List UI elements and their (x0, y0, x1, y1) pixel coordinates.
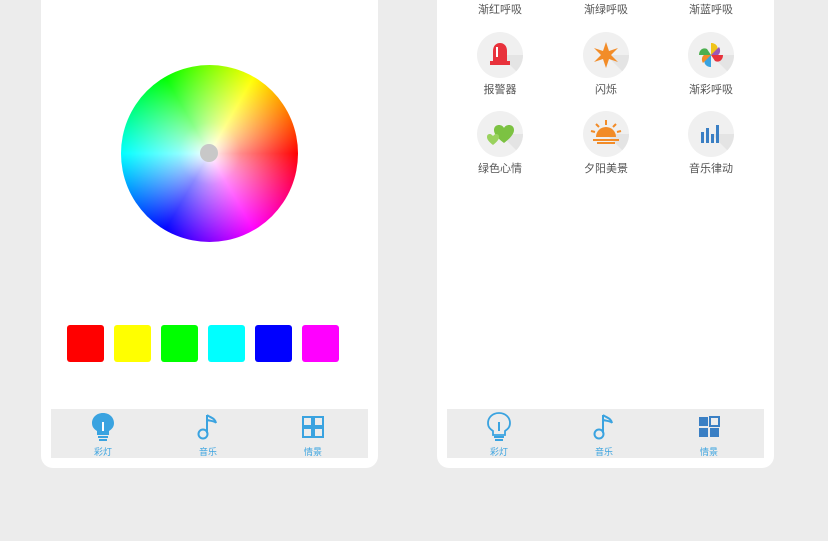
scene-name: 绿色心情 (478, 162, 522, 175)
color-wheel-knob[interactable] (200, 144, 218, 162)
tab-scenes[interactable]: 情景 (273, 409, 353, 458)
scene-label-blue-breath[interactable]: 渐蓝呼吸 (671, 1, 751, 17)
swatch-green[interactable] (161, 325, 198, 362)
scene-name: 夕阳美景 (584, 162, 628, 175)
music-note-icon (197, 414, 217, 440)
color-picker-screen: 彩灯 音乐 情景 (41, 0, 378, 468)
tab-music[interactable]: 音乐 (564, 409, 644, 458)
scene-alarm[interactable]: 报警器 (460, 32, 540, 112)
scene-name: 渐彩呼吸 (689, 83, 733, 96)
scene-music-rhythm[interactable]: 音乐律动 (671, 111, 751, 191)
swatch-magenta[interactable] (302, 325, 339, 362)
grid-icon (699, 416, 720, 437)
swatch-red[interactable] (67, 325, 104, 362)
grid-icon (302, 416, 324, 438)
alarm-siren-icon (490, 43, 523, 78)
tab-music[interactable]: 音乐 (168, 409, 248, 458)
scene-sunset[interactable]: 夕阳美景 (566, 111, 646, 191)
tab-label: 音乐 (594, 448, 613, 458)
bulb-icon (92, 413, 114, 441)
tab-label: 情景 (699, 448, 718, 458)
scene-icon-circle (583, 111, 629, 157)
swatch-yellow[interactable] (114, 325, 151, 362)
swatch-cyan[interactable] (208, 325, 245, 362)
tab-label: 彩灯 (489, 448, 508, 458)
scene-label-green-breath[interactable]: 渐绿呼吸 (566, 1, 646, 17)
swatch-blue[interactable] (255, 325, 292, 362)
scene-icon-circle (477, 111, 523, 157)
music-note-icon (593, 414, 613, 440)
scene-icon-circle (477, 32, 523, 78)
sunset-icon (590, 120, 629, 157)
scene-name: 报警器 (483, 83, 517, 96)
scene-icon-circle (688, 111, 734, 157)
bulb-icon (487, 412, 511, 441)
tab-bar: 彩灯 音乐 情景 (447, 409, 764, 458)
pinwheel-icon (699, 43, 734, 78)
green-hearts-icon (487, 125, 523, 157)
scene-icon-circle (583, 32, 629, 78)
scene-name: 闪烁 (595, 83, 617, 96)
scene-icon-circle (688, 32, 734, 78)
scene-flash[interactable]: 闪烁 (566, 32, 646, 112)
scene-label-red-breath[interactable]: 渐红呼吸 (460, 1, 540, 17)
scene-name: 音乐律动 (689, 162, 733, 175)
scene-green-mood[interactable]: 绿色心情 (460, 111, 540, 191)
tab-scenes[interactable]: 情景 (669, 409, 749, 458)
tab-label: 音乐 (198, 448, 217, 458)
equalizer-icon (701, 125, 734, 157)
tab-color-lights[interactable]: 彩灯 (63, 409, 143, 458)
scenes-screen: 渐红呼吸 渐绿呼吸 渐蓝呼吸 报警器 闪烁 渐彩呼吸 绿色心情 夕阳美景 音乐律… (437, 0, 774, 468)
scene-color-breath[interactable]: 渐彩呼吸 (671, 32, 751, 112)
tab-color-lights[interactable]: 彩灯 (459, 409, 539, 458)
color-wheel[interactable] (121, 65, 298, 242)
tab-bar: 彩灯 音乐 情景 (51, 409, 368, 458)
tab-label: 情景 (303, 448, 322, 458)
tab-label: 彩灯 (93, 448, 112, 458)
flash-star-icon (594, 42, 629, 78)
